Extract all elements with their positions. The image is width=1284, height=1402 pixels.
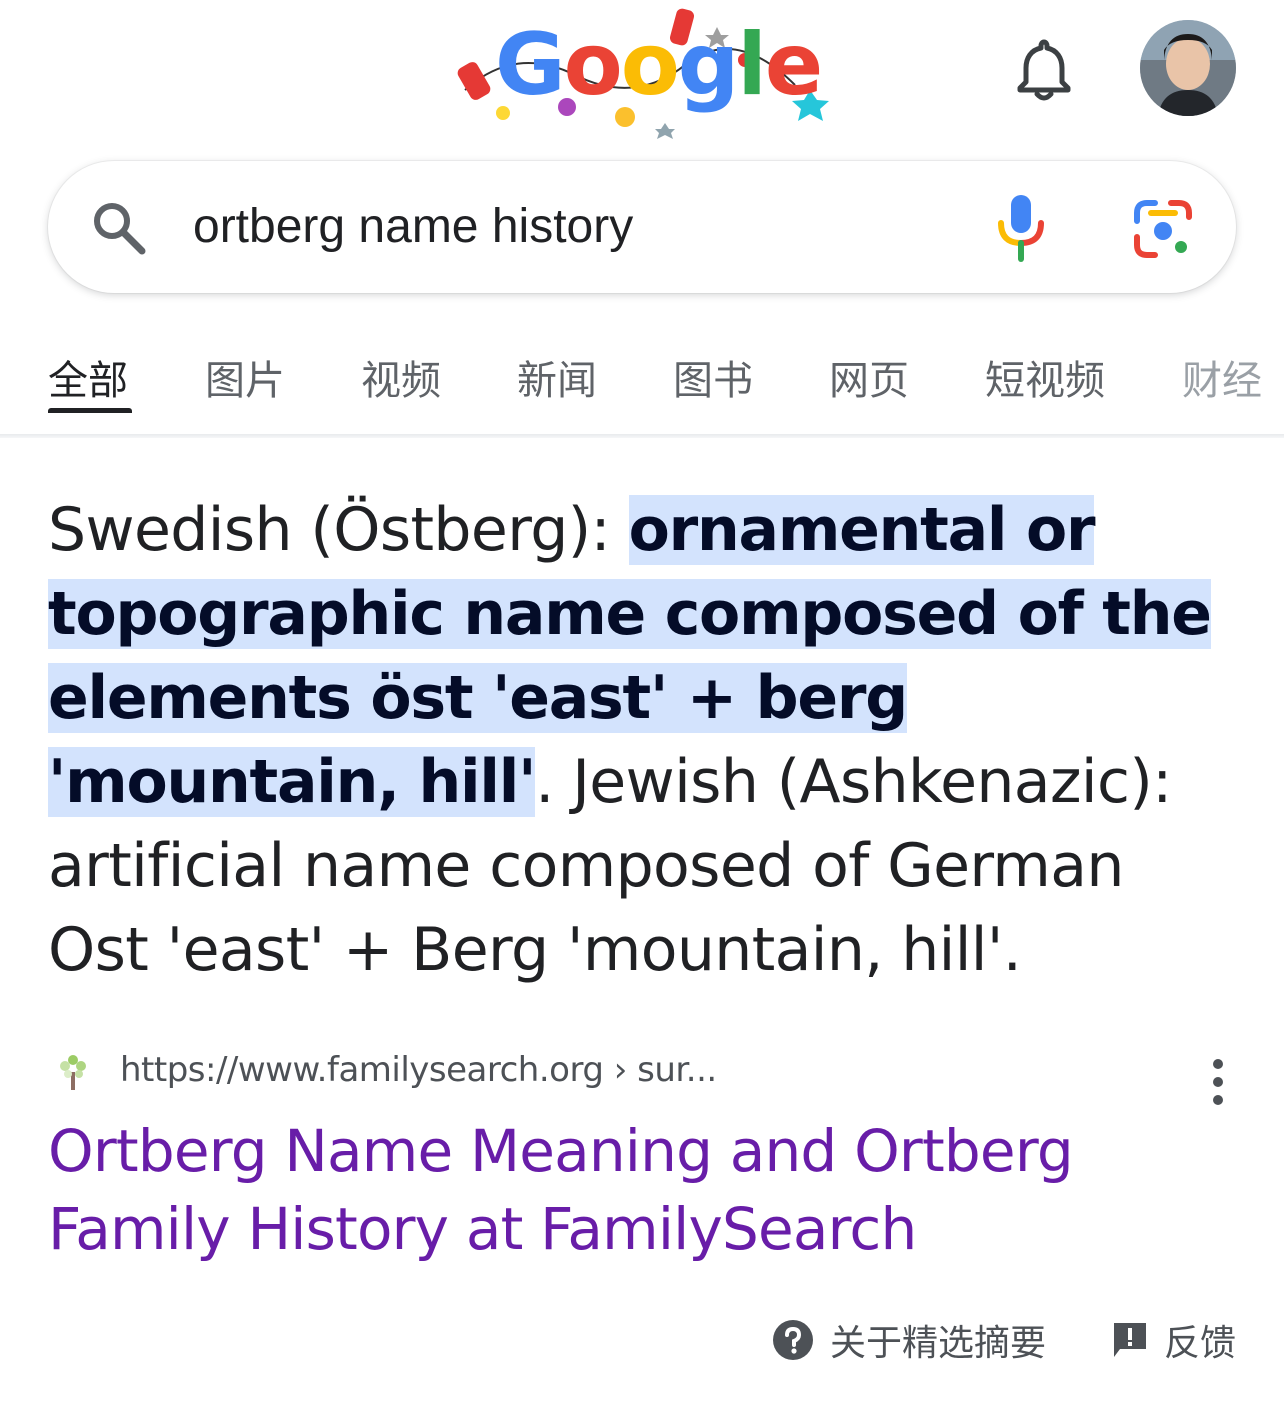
search-tabs: 全部 图片 视频 新闻 图书 网页 短视频 财经 <box>0 330 1284 434</box>
snippet-prefix: Swedish (Östberg): <box>48 495 629 565</box>
mic-icon[interactable] <box>993 193 1049 263</box>
tab-finance[interactable]: 财经 <box>1182 348 1262 406</box>
result-title-link[interactable]: Ortberg Name Meaning and Ortberg Family … <box>48 1112 1238 1268</box>
about-featured-snippets-label: 关于精选摘要 <box>830 1323 1047 1364</box>
tab-videos[interactable]: 视频 <box>361 348 441 406</box>
top-bar: Google <box>0 0 1284 150</box>
tab-books[interactable]: 图书 <box>673 348 753 406</box>
search-input[interactable]: ortberg name history <box>193 199 633 255</box>
tabs-divider <box>0 434 1284 438</box>
featured-snippet-text: Swedish (Östberg): ornamental or topogra… <box>48 488 1238 992</box>
tab-news[interactable]: 新闻 <box>517 348 597 406</box>
more-vert-icon[interactable] <box>1208 1054 1228 1114</box>
bell-icon[interactable] <box>1012 36 1076 102</box>
result-url[interactable]: https://www.familysearch.org › sur... <box>120 1050 717 1090</box>
about-featured-snippets-button[interactable]: 关于精选摘要 <box>772 1314 1046 1366</box>
help-icon <box>773 1320 813 1360</box>
feedback-icon <box>1114 1323 1146 1357</box>
tab-web[interactable]: 网页 <box>829 348 909 406</box>
search-icon[interactable] <box>90 199 148 257</box>
feedback-button[interactable]: 反馈 <box>1112 1314 1236 1366</box>
search-box[interactable]: ortberg name history <box>48 161 1236 293</box>
tab-all[interactable]: 全部 <box>48 348 128 406</box>
feedback-label: 反馈 <box>1164 1323 1237 1364</box>
camera-lens-icon[interactable] <box>1133 199 1193 259</box>
avatar-photo-icon <box>1140 20 1236 116</box>
user-avatar[interactable] <box>1140 20 1236 116</box>
snippet-footer: 关于精选摘要 反馈 <box>0 1300 1284 1380</box>
google-logo[interactable]: Google <box>495 22 823 108</box>
tab-images[interactable]: 图片 <box>205 348 285 406</box>
active-tab-indicator <box>48 408 132 413</box>
familysearch-tree-icon <box>60 1055 86 1090</box>
tab-short-videos[interactable]: 短视频 <box>985 348 1105 406</box>
